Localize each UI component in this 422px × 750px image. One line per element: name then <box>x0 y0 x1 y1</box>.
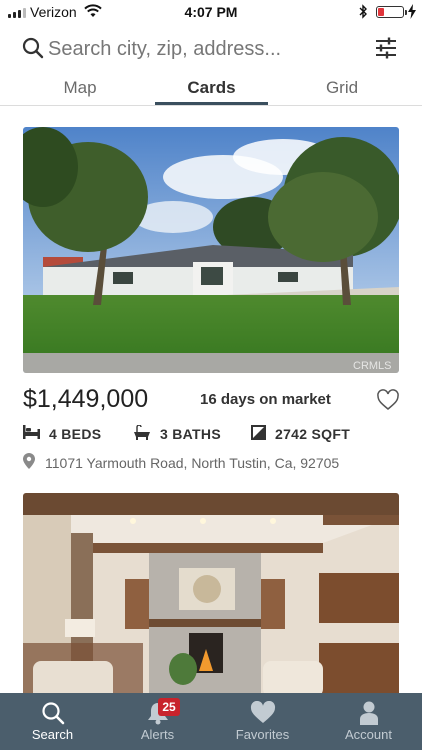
sqft-feature: 2742 SQFT <box>251 425 350 443</box>
tab-map[interactable]: Map <box>30 78 130 98</box>
heart-icon <box>250 700 276 730</box>
tab-cards[interactable]: Cards <box>155 78 268 98</box>
sliders-icon[interactable] <box>374 36 398 65</box>
search-input[interactable] <box>48 34 348 64</box>
search-bar <box>0 28 422 70</box>
search-icon[interactable] <box>22 37 44 64</box>
photo-watermark: CRMLS <box>353 360 392 372</box>
listing-features: 4 BEDS 3 BATHS 2742 SQFT <box>23 424 399 445</box>
beds-count: 4 BEDS <box>49 425 102 442</box>
baths-count: 3 BATHS <box>160 426 221 442</box>
nav-favorites[interactable]: Favorites <box>210 693 315 750</box>
beds-feature: 4 BEDS <box>23 425 101 442</box>
baths-feature: 3 BATHS <box>133 424 221 443</box>
nav-search[interactable]: Search <box>0 693 105 750</box>
days-on-market: 16 days on market <box>200 391 331 408</box>
status-bar: Verizon 4:07 PM <box>0 0 422 24</box>
tab-grid[interactable]: Grid <box>292 78 392 98</box>
bluetooth-icon <box>358 4 368 24</box>
nav-account-label: Account <box>345 727 392 742</box>
address-text: 11071 Yarmouth Road, North Tustin, Ca, 9… <box>45 454 340 471</box>
bed-icon <box>23 425 40 442</box>
listing-cards[interactable]: CRMLS $1,449,000 16 days on market 4 BED… <box>0 107 422 693</box>
listing-price: $1,449,000 <box>23 385 149 413</box>
active-tab-indicator <box>155 102 268 105</box>
charging-icon <box>408 4 416 24</box>
nav-favorites-label: Favorites <box>235 727 290 742</box>
nav-alerts[interactable]: 25 Alerts <box>105 693 210 750</box>
alerts-count-badge: 25 <box>158 698 180 716</box>
area-icon <box>251 425 266 443</box>
listing-address[interactable]: 11071 Yarmouth Road, North Tustin, Ca, 9… <box>23 453 339 472</box>
bathtub-icon <box>133 424 151 443</box>
battery-icon <box>376 6 407 18</box>
bottom-tab-bar: Search 25 Alerts Favorites Account <box>0 693 422 750</box>
nav-alerts-label: Alerts <box>140 727 175 742</box>
sqft-value: 2742 SQFT <box>275 426 351 442</box>
person-icon <box>358 701 380 730</box>
listing-photo[interactable] <box>23 493 399 693</box>
nav-search-label: Search <box>31 727 74 742</box>
battery-level <box>378 8 384 16</box>
favorite-heart-icon[interactable] <box>376 389 400 416</box>
nav-account[interactable]: Account <box>315 693 422 750</box>
view-tabs: Map Cards Grid <box>0 72 422 106</box>
location-pin-icon <box>23 453 35 472</box>
search-icon <box>41 701 65 730</box>
listing-photo[interactable]: CRMLS <box>23 127 399 373</box>
